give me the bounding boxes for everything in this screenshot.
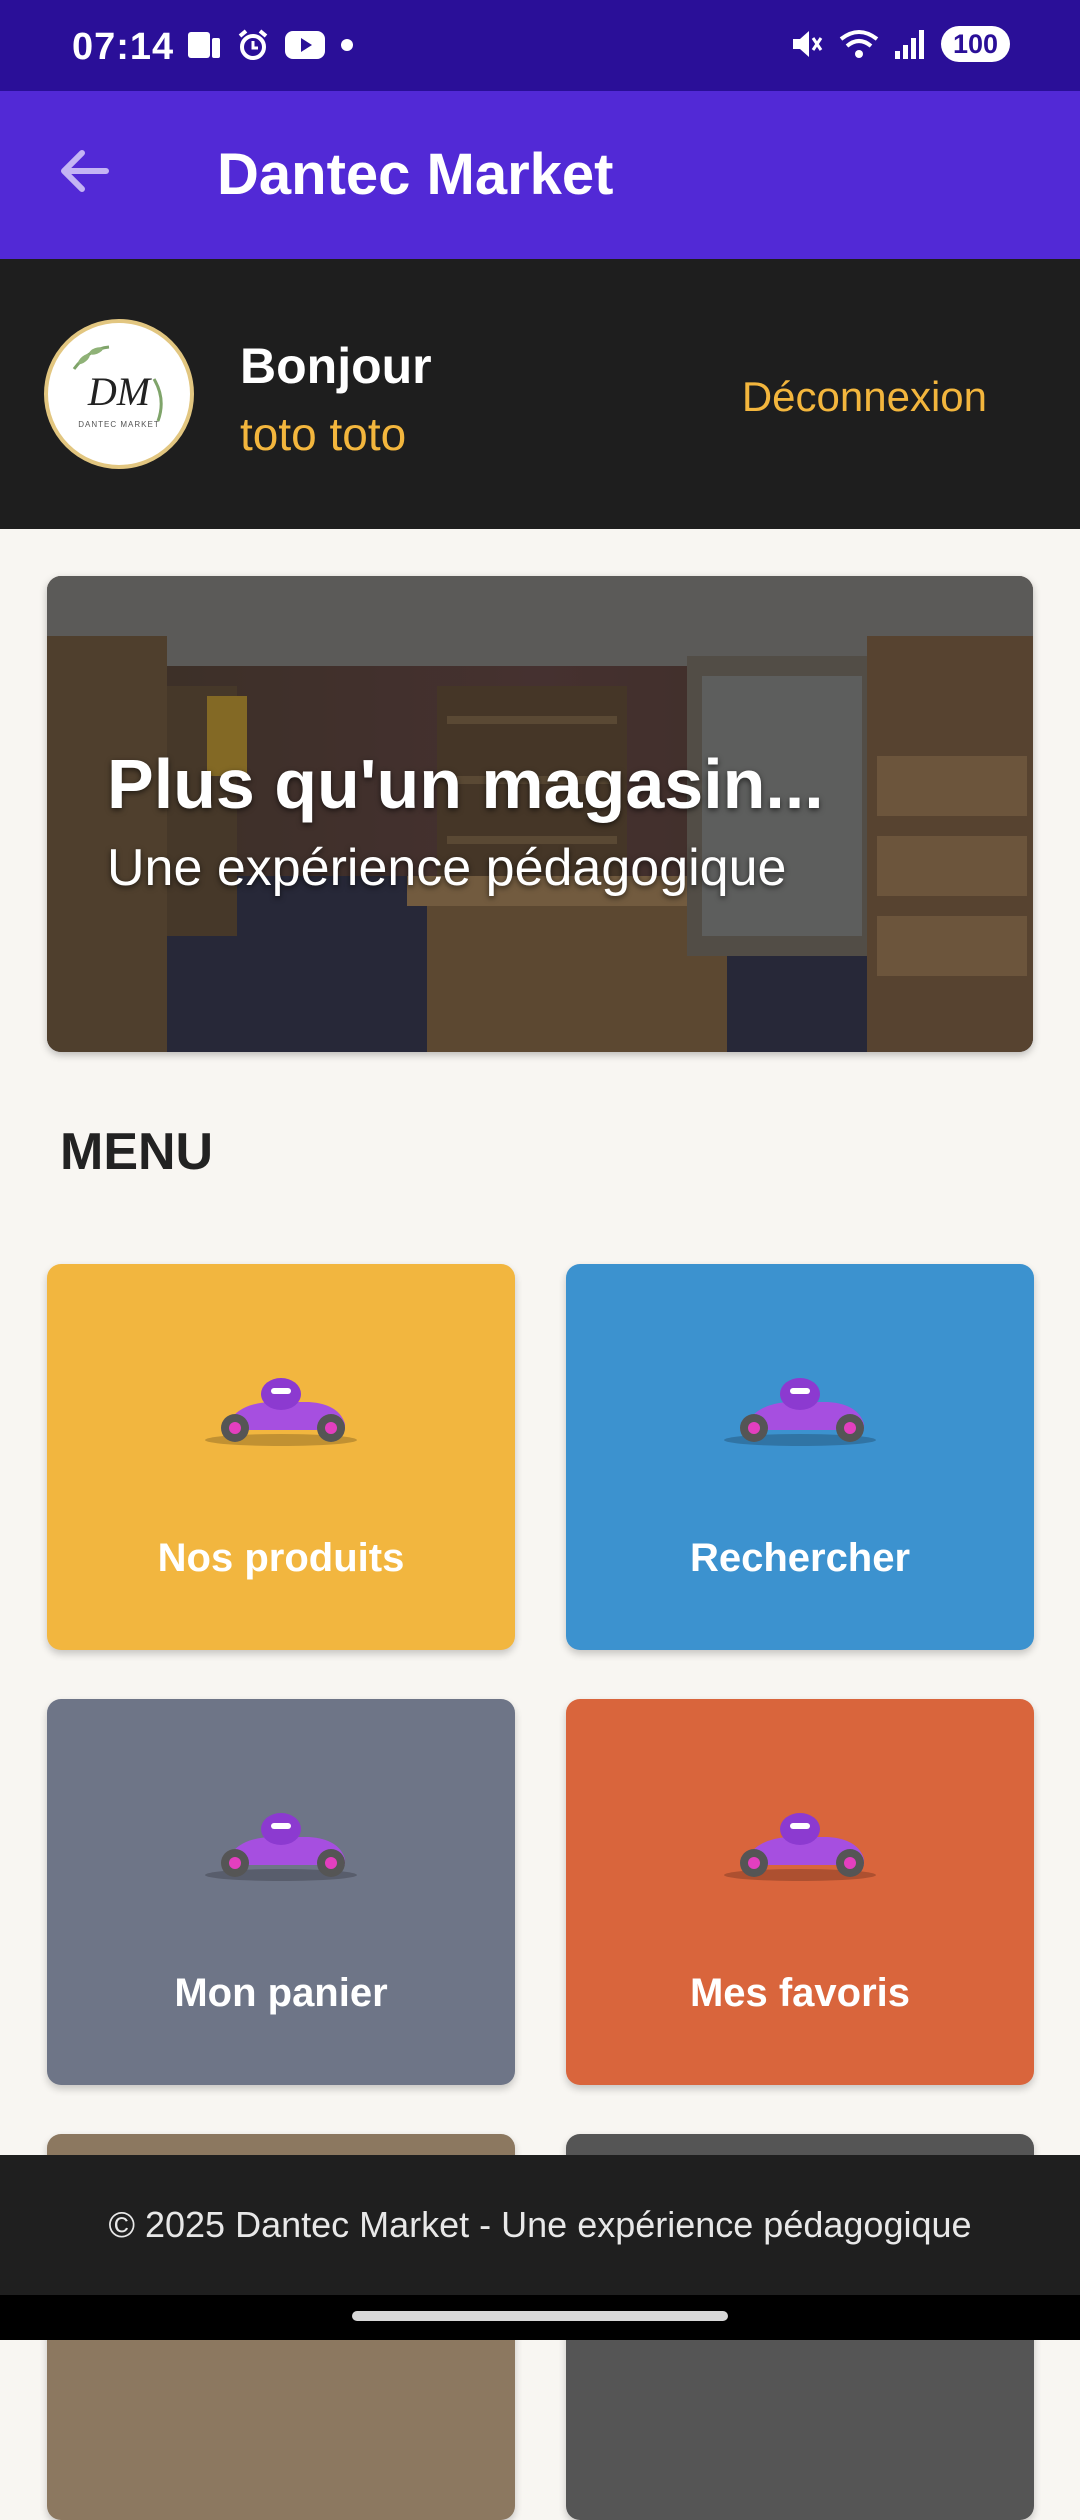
back-button[interactable] — [44, 131, 124, 211]
banner-subtitle: Une expérience pédagogique — [107, 839, 787, 897]
status-left-icons — [186, 28, 354, 62]
store-logo: DM DANTEC MARKET — [59, 334, 179, 454]
tile-mes-favoris[interactable]: Mes favoris — [566, 1699, 1034, 2085]
system-nav-bar — [0, 2295, 1080, 2340]
arrow-left-icon — [61, 150, 109, 192]
banner-title: Plus qu'un magasin... — [107, 745, 824, 823]
svg-text:DM: DM — [87, 369, 153, 414]
hero-banner: Plus qu'un magasin... Une expérience péd… — [47, 576, 1033, 1052]
alarm-icon — [238, 29, 268, 60]
mute-icon — [792, 31, 823, 57]
battery-badge: 100 — [940, 26, 1010, 62]
dot-icon — [341, 39, 353, 51]
status-time: 07:14 — [72, 26, 175, 68]
footer-text: © 2025 Dantec Market - Une expérience pé… — [108, 2204, 972, 2245]
status-bar: 07:14 100 — [0, 0, 1080, 91]
greeting-text: Bonjour — [240, 338, 432, 394]
logout-button[interactable]: Déconnexion — [742, 373, 987, 421]
tile-mon-panier[interactable]: Mon panier — [47, 1699, 515, 2085]
youtube-icon — [285, 31, 325, 59]
race-car-icon — [724, 1378, 876, 1446]
race-car-icon — [205, 1378, 357, 1446]
tile-label: Mon panier — [174, 1971, 388, 2015]
tile-label: Nos produits — [157, 1536, 405, 1580]
app-title: Dantec Market — [217, 142, 614, 207]
device-icon — [188, 32, 220, 58]
avatar: DM DANTEC MARKET — [44, 319, 194, 469]
tile-label: Mes favoris — [689, 1971, 911, 2015]
status-right-icons: 100 — [789, 26, 1010, 62]
footer: © 2025 Dantec Market - Une expérience pé… — [0, 2155, 1080, 2295]
user-name: toto toto — [240, 408, 407, 460]
tile-rechercher[interactable]: Rechercher — [566, 1264, 1034, 1650]
race-car-icon — [724, 1813, 876, 1881]
wifi-icon — [839, 30, 879, 58]
signal-icon — [894, 30, 924, 59]
race-car-icon — [205, 1813, 357, 1881]
app-bar: Dantec Market — [0, 91, 1080, 259]
tile-nos-produits[interactable]: Nos produits — [47, 1264, 515, 1650]
tile-label: Rechercher — [689, 1536, 911, 1580]
menu-heading: MENU — [60, 1123, 214, 1181]
user-header: DM DANTEC MARKET Bonjour toto toto Décon… — [0, 259, 1080, 529]
home-handle[interactable] — [352, 2311, 728, 2321]
svg-text:DANTEC MARKET: DANTEC MARKET — [78, 420, 159, 429]
